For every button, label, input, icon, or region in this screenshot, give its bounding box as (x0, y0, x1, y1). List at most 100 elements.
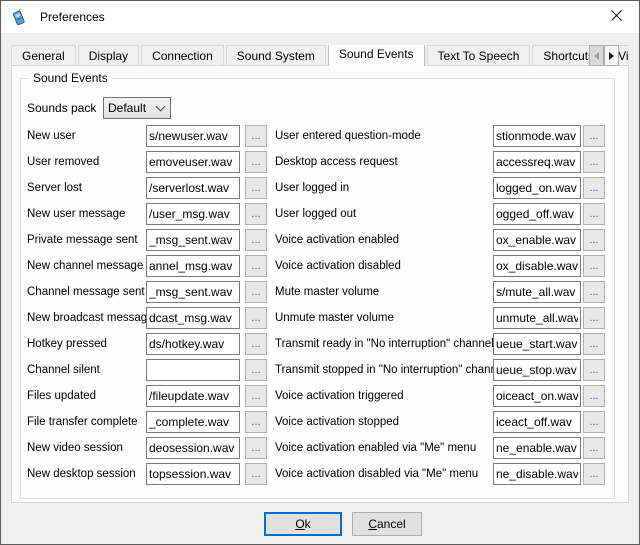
sound-file-input[interactable] (493, 177, 581, 199)
sound-file-input[interactable] (493, 281, 581, 303)
browse-button[interactable]: ... (245, 463, 267, 485)
browse-button[interactable]: ... (245, 281, 267, 303)
window-title: Preferences (40, 10, 105, 24)
browse-button[interactable]: ... (583, 229, 605, 251)
tab-sound-system[interactable]: Sound System (226, 45, 326, 66)
browse-button[interactable]: ... (245, 229, 267, 251)
sound-event-row: Server lost ... (27, 177, 272, 199)
sound-file-input[interactable] (493, 255, 581, 277)
sound-file-input[interactable] (493, 151, 581, 173)
browse-button[interactable]: ... (245, 385, 267, 407)
sound-file-input[interactable] (493, 125, 581, 147)
sound-file-input[interactable] (146, 463, 240, 485)
sound-event-row: New desktop session ... (27, 463, 272, 485)
sound-event-row: User logged out ... (275, 203, 613, 225)
cancel-button-label: Cancel (368, 517, 405, 531)
sound-event-label: New video session (27, 442, 146, 454)
tab-scroll-right-button[interactable] (604, 45, 619, 66)
sound-event-row: Voice activation disabled ... (275, 255, 613, 277)
browse-button[interactable]: ... (245, 151, 267, 173)
sound-file-input[interactable] (146, 281, 240, 303)
sound-event-label: New broadcast message (27, 312, 146, 324)
browse-button[interactable]: ... (583, 411, 605, 433)
sounds-pack-select[interactable]: Default (103, 97, 171, 119)
sound-event-row: File transfer complete ... (27, 411, 272, 433)
browse-button[interactable]: ... (245, 359, 267, 381)
browse-button[interactable]: ... (583, 333, 605, 355)
sound-event-label: Channel silent (27, 364, 146, 376)
sound-file-input[interactable] (146, 151, 240, 173)
browse-button[interactable]: ... (583, 463, 605, 485)
sound-event-label: Transmit ready in "No interruption" chan… (275, 338, 493, 350)
ok-button-label: Ok (295, 517, 310, 531)
sound-event-label: User logged out (275, 208, 493, 220)
sound-event-label: New channel message (27, 260, 146, 272)
sound-file-input[interactable] (146, 125, 240, 147)
sound-file-input[interactable] (146, 177, 240, 199)
sound-file-input[interactable] (146, 437, 240, 459)
sound-file-input[interactable] (146, 203, 240, 225)
browse-button[interactable]: ... (245, 307, 267, 329)
close-icon (611, 9, 622, 24)
tab-text-to-speech[interactable]: Text To Speech (427, 45, 531, 66)
sound-event-label: User logged in (275, 182, 493, 194)
sound-file-input[interactable] (493, 463, 581, 485)
browse-button[interactable]: ... (245, 255, 267, 277)
sound-file-input[interactable] (146, 255, 240, 277)
browse-button[interactable]: ... (245, 333, 267, 355)
browse-button[interactable]: ... (583, 359, 605, 381)
sound-event-label: Private message sent (27, 234, 146, 246)
sound-file-input[interactable] (146, 333, 240, 355)
sounds-pack-row: Sounds pack Default (27, 97, 171, 119)
sound-event-row: New user ... (27, 125, 272, 147)
teamtalk-logo-icon (10, 9, 27, 26)
browse-button[interactable]: ... (245, 203, 267, 225)
browse-button[interactable]: ... (245, 437, 267, 459)
sound-file-input[interactable] (146, 307, 240, 329)
browse-button[interactable]: ... (245, 411, 267, 433)
sound-event-row: New broadcast message ... (27, 307, 272, 329)
browse-button[interactable]: ... (583, 307, 605, 329)
sound-file-input[interactable] (493, 229, 581, 251)
sound-file-input[interactable] (493, 203, 581, 225)
browse-button[interactable]: ... (245, 125, 267, 147)
browse-button[interactable]: ... (583, 385, 605, 407)
tab-connection[interactable]: Connection (141, 45, 224, 66)
sound-file-input[interactable] (493, 333, 581, 355)
browse-button[interactable]: ... (583, 151, 605, 173)
browse-button[interactable]: ... (583, 125, 605, 147)
sound-file-input[interactable] (493, 385, 581, 407)
sound-file-input[interactable] (493, 359, 581, 381)
browse-button[interactable]: ... (583, 255, 605, 277)
sound-event-label: User entered question-mode (275, 130, 493, 142)
browse-button[interactable]: ... (583, 203, 605, 225)
chevron-down-icon (156, 102, 166, 112)
tab-scroll-left-button (589, 45, 604, 66)
sound-events-groupbox: Sound Events Sounds pack Default New use… (20, 78, 615, 499)
close-button[interactable] (594, 1, 639, 32)
browse-button[interactable]: ... (583, 177, 605, 199)
sound-event-label: Voice activation enabled via "Me" menu (275, 442, 493, 454)
browse-button[interactable]: ... (583, 281, 605, 303)
tab-sound-events[interactable]: Sound Events (328, 45, 425, 66)
browse-button[interactable]: ... (583, 437, 605, 459)
sound-file-input[interactable] (493, 411, 581, 433)
sound-file-input[interactable] (146, 229, 240, 251)
sound-file-input[interactable] (146, 411, 240, 433)
sound-event-label: New user message (27, 208, 146, 220)
sound-file-input[interactable] (493, 307, 581, 329)
ok-button[interactable]: Ok (264, 512, 342, 536)
sound-event-label: Voice activation disabled (275, 260, 493, 272)
browse-button[interactable]: ... (245, 177, 267, 199)
triangle-left-icon (594, 52, 599, 60)
sound-event-label: Unmute master volume (275, 312, 493, 324)
sound-event-row: Voice activation stopped ... (275, 411, 613, 433)
sound-event-row: Voice activation enabled via "Me" menu .… (275, 437, 613, 459)
tab-display[interactable]: Display (78, 45, 139, 66)
cancel-button[interactable]: Cancel (352, 512, 422, 536)
tab-general[interactable]: General (11, 45, 76, 66)
sound-file-input[interactable] (146, 359, 240, 381)
triangle-right-icon (609, 52, 614, 60)
sound-file-input[interactable] (493, 437, 581, 459)
sound-file-input[interactable] (146, 385, 240, 407)
